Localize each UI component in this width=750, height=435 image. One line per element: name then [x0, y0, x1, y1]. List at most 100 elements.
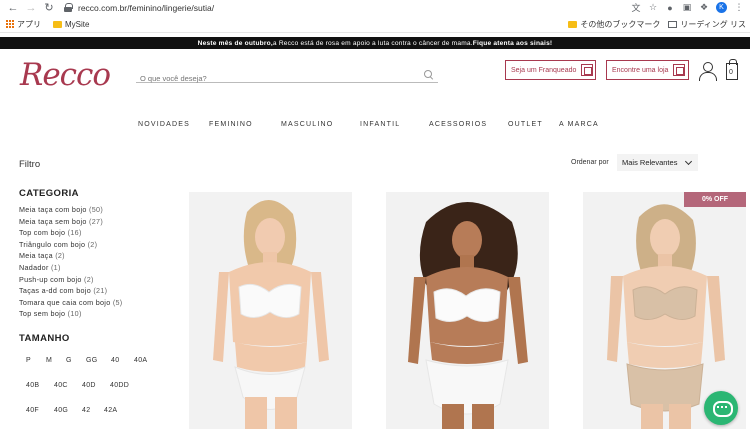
bookmark-apps[interactable]: アプリ [6, 19, 41, 30]
sort-label: Ordenar por [571, 159, 609, 166]
size-option[interactable]: GG [86, 357, 98, 364]
sort-value: Mais Relevantes [622, 158, 678, 167]
star-icon[interactable]: ☆ [648, 2, 658, 13]
size-option[interactable]: 42A [104, 407, 117, 414]
nav-a-marca[interactable]: A MARCA [559, 121, 599, 128]
bag-count: 0 [729, 69, 733, 76]
size-heading: TAMANHO [19, 333, 70, 344]
category-count: (2) [55, 251, 65, 261]
category-count: (27) [89, 216, 104, 226]
size-option[interactable]: 40 [111, 357, 119, 364]
category-count: (10) [67, 309, 82, 319]
category-item[interactable]: Push-up com bojo (2) [19, 275, 123, 287]
category-item[interactable]: Meia taça com bojo (50) [19, 205, 123, 217]
bookmark-label: MySite [65, 19, 90, 29]
franchise-button-label: Seja um Franqueado [511, 66, 577, 74]
nav-acessorios[interactable]: ACESSORIOS [429, 121, 487, 128]
nav-novidades[interactable]: NOVIDADES [138, 121, 190, 128]
franchise-button[interactable]: Seja um Franqueado [505, 60, 596, 80]
product-photo [189, 192, 352, 429]
bookmark-mysite[interactable]: MySite [53, 20, 89, 29]
nav-infantil[interactable]: INFANTIL [360, 121, 400, 128]
size-option[interactable]: 40C [54, 382, 68, 389]
size-option[interactable]: G [66, 357, 72, 364]
profile-avatar[interactable]: K [716, 2, 727, 13]
translate-icon[interactable]: 文 [631, 3, 641, 13]
category-heading: CATEGORIA [19, 188, 79, 199]
size-option[interactable]: P [26, 357, 31, 364]
size-option[interactable]: M [46, 357, 52, 364]
category-item[interactable]: Taças a-dd com bojo (21) [19, 286, 123, 298]
category-item[interactable]: Meia taça sem bojo (27) [19, 217, 123, 229]
category-item[interactable]: Triângulo com bojo (2) [19, 240, 123, 252]
browser-toolbar: ← → ↻ recco.com.br/feminino/lingerie/sut… [0, 0, 750, 15]
promo-cta: Fique atenta aos sinais! [472, 39, 553, 47]
chevron-down-icon [684, 157, 693, 166]
nav-feminino[interactable]: FEMININO [209, 121, 253, 128]
promo-text: a Recco está de rosa em apoio a luta con… [272, 39, 473, 47]
product-photo [386, 192, 549, 429]
category-name: Triângulo com bojo [19, 239, 86, 249]
size-option[interactable]: 42 [82, 407, 90, 414]
forward-arrow-icon[interactable]: → [24, 1, 38, 15]
category-name: Push-up com bojo [19, 274, 82, 284]
search-input[interactable] [140, 74, 420, 83]
lock-icon[interactable] [64, 3, 73, 12]
category-item[interactable]: Nadador (1) [19, 263, 123, 275]
menu-dots-icon[interactable]: ⋮ [734, 2, 744, 13]
category-name: Meia taça [19, 251, 53, 261]
category-item[interactable]: Top com bojo (16) [19, 228, 123, 240]
store-icon [673, 64, 686, 76]
search-icon[interactable] [424, 70, 433, 79]
promo-lead: Neste mês de outubro, [197, 39, 273, 47]
extension-icon[interactable]: ▣ [682, 2, 692, 13]
url-path: /feminino/lingerie/sutia/ [127, 2, 215, 13]
bookmark-other[interactable]: その他のブックマーク [568, 19, 660, 30]
url-host: recco.com.br [78, 2, 128, 13]
size-option[interactable]: 40DD [110, 382, 129, 389]
address-bar[interactable]: recco.com.br/feminino/lingerie/sutia/ [78, 3, 214, 13]
category-item[interactable]: Meia taça (2) [19, 251, 123, 263]
back-arrow-icon[interactable]: ← [6, 1, 20, 15]
category-count: (5) [112, 297, 123, 307]
category-name: Meia taça sem bojo [19, 216, 87, 226]
bookmarks-bar: アプリ MySite その他のブックマーク リーディング リス [0, 16, 750, 33]
category-item[interactable]: Top sem bojo (10) [19, 309, 123, 321]
search-bar [136, 68, 438, 83]
brand-logo[interactable]: Recco [20, 57, 111, 93]
store-locator-label: Encontre uma loja [612, 66, 669, 74]
category-name: Top com bojo [19, 228, 66, 238]
product-card-image[interactable] [386, 192, 549, 429]
franchise-icon [581, 64, 594, 76]
store-locator-button[interactable]: Encontre uma loja [606, 60, 689, 80]
category-count: (2) [87, 239, 98, 249]
category-count: (2) [84, 274, 94, 284]
size-option[interactable]: 40B [26, 382, 39, 389]
category-item[interactable]: Tomara que caia com bojo (5) [19, 298, 123, 310]
promo-bar[interactable]: Neste mês de outubro, a Recco está de ro… [0, 37, 750, 49]
size-option[interactable]: 40D [82, 382, 96, 389]
product-card-image[interactable] [189, 192, 352, 429]
folder-icon [568, 20, 578, 28]
bookmark-reading-list[interactable]: リーディング リス [668, 19, 746, 30]
discount-badge: 0% OFF [684, 192, 746, 207]
extension-icon[interactable]: ● [665, 3, 675, 13]
reading-list-icon [668, 20, 678, 28]
main-nav: NOVIDADES FEMININO MASCULINO INFANTIL AC… [0, 121, 750, 131]
filter-heading: Filtro [19, 159, 41, 170]
reload-icon[interactable]: ↻ [42, 1, 56, 15]
sort-select[interactable]: Mais Relevantes [617, 154, 698, 171]
size-option[interactable]: 40F [26, 407, 39, 414]
size-option[interactable]: 40A [134, 357, 147, 364]
category-count: (16) [67, 228, 82, 238]
chat-bubble-icon[interactable] [704, 391, 738, 425]
nav-outlet[interactable]: OUTLET [508, 121, 543, 128]
user-account-icon[interactable] [699, 62, 717, 81]
apps-grid-icon [6, 20, 14, 28]
size-option[interactable]: 40G [54, 407, 68, 414]
puzzle-icon[interactable]: ❖ [699, 2, 709, 13]
category-name: Nadador [19, 262, 49, 272]
category-list: Meia taça com bojo (50) Meia taça sem bo… [19, 205, 123, 321]
category-name: Taças a-dd com bojo [19, 286, 92, 296]
nav-masculino[interactable]: MASCULINO [281, 121, 333, 128]
